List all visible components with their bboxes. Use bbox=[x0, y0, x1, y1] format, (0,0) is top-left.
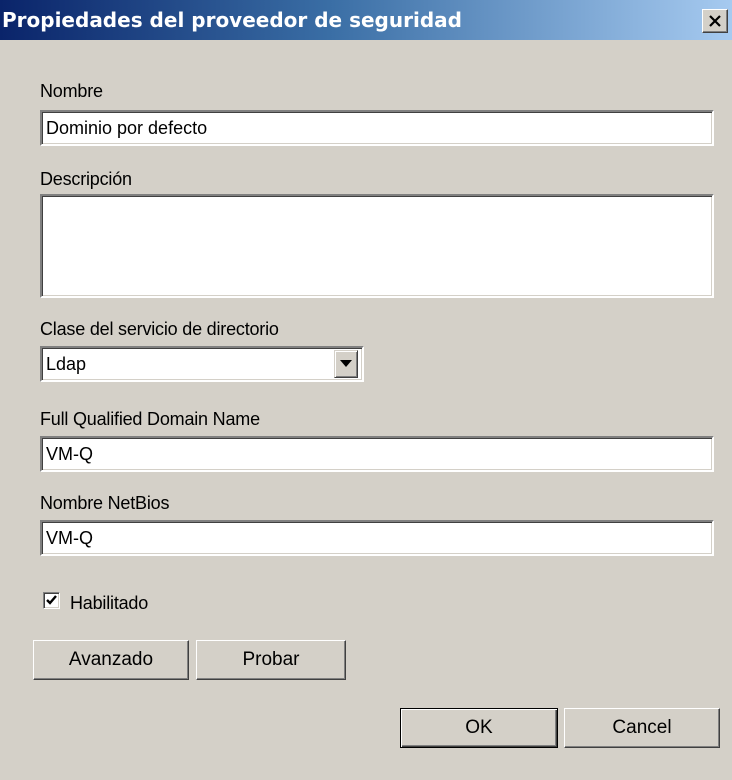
netbios-label: Nombre NetBios bbox=[40, 493, 170, 513]
netbios-input[interactable]: VM-Q bbox=[40, 520, 714, 556]
nombre-input[interactable]: Dominio por defecto bbox=[40, 110, 714, 146]
clase-label: Clase del servicio de directorio bbox=[40, 319, 279, 339]
close-icon bbox=[709, 15, 721, 27]
fqdn-label: Full Qualified Domain Name bbox=[40, 409, 260, 429]
avanzado-button[interactable]: Avanzado bbox=[33, 640, 189, 680]
clase-dropdown-button[interactable] bbox=[334, 350, 358, 378]
clase-select[interactable]: Ldap bbox=[40, 346, 364, 382]
ok-button[interactable]: OK bbox=[400, 708, 558, 748]
fqdn-input[interactable]: VM-Q bbox=[40, 436, 714, 472]
descripcion-textarea[interactable] bbox=[40, 194, 714, 298]
clase-selected-value: Ldap bbox=[46, 354, 87, 374]
security-provider-dialog: Propiedades del proveedor de seguridad N… bbox=[0, 0, 732, 780]
cancel-button[interactable]: Cancel bbox=[564, 708, 720, 748]
nombre-label: Nombre bbox=[40, 81, 103, 101]
habilitado-checkbox[interactable] bbox=[43, 592, 60, 609]
window-title: Propiedades del proveedor de seguridad bbox=[2, 8, 462, 32]
habilitado-label[interactable]: Habilitado bbox=[70, 592, 148, 614]
checkmark-icon bbox=[46, 595, 57, 605]
probar-button[interactable]: Probar bbox=[196, 640, 346, 680]
descripcion-label: Descripción bbox=[40, 169, 132, 189]
title-bar[interactable]: Propiedades del proveedor de seguridad bbox=[0, 0, 732, 40]
chevron-down-icon bbox=[340, 360, 352, 367]
close-button[interactable] bbox=[702, 9, 728, 33]
